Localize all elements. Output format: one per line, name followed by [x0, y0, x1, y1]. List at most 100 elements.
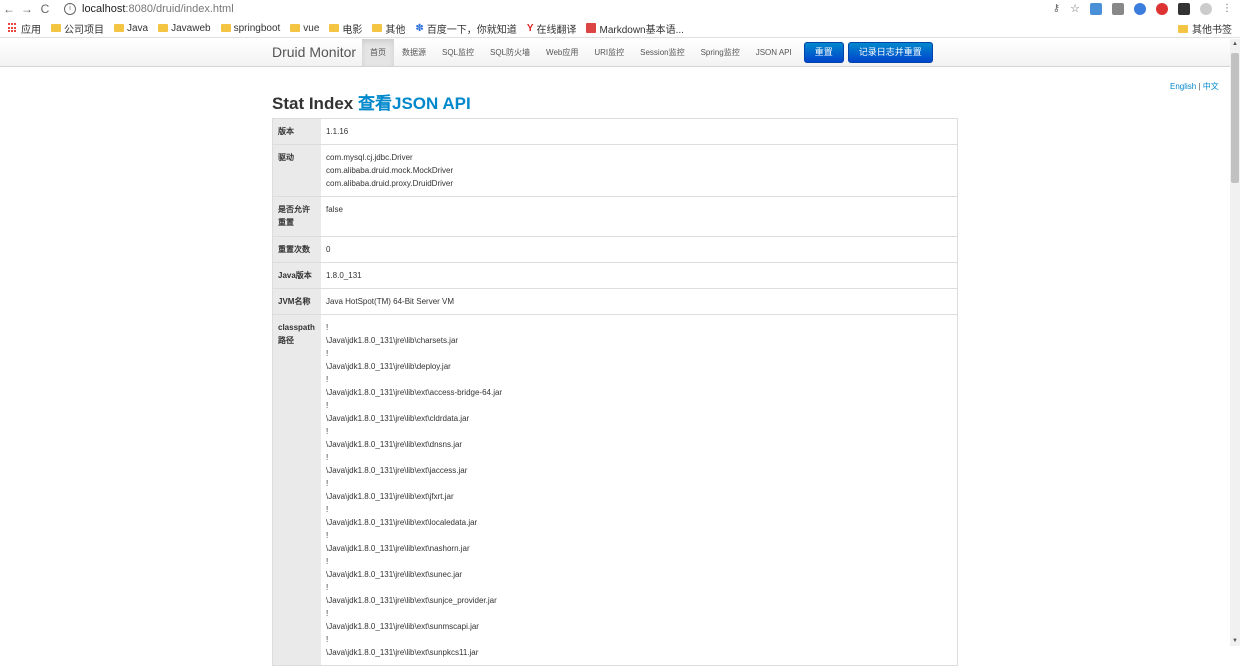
bookmark-item[interactable]: springboot — [220, 22, 281, 34]
nav-uri[interactable]: URI监控 — [586, 39, 632, 66]
extension-icon[interactable] — [1178, 2, 1190, 15]
browser-extensions: ⚷ ☆ ⋮ — [1053, 2, 1232, 15]
bookmark-label: 应用 — [21, 24, 41, 36]
row-value: Java HotSpot(TM) 64-Bit Server VM — [321, 288, 958, 315]
row-value: 1.8.0_131 — [321, 262, 958, 289]
bookmark-item[interactable]: vue — [290, 23, 319, 34]
table-row: 重置次数 0 — [272, 236, 958, 263]
extension-icon[interactable] — [1112, 2, 1124, 15]
bookmark-label: 电影 — [342, 24, 363, 36]
classpath-entry: \Java\jdk1.8.0_131\jre\lib\ext\sunmscapi… — [326, 622, 479, 631]
bookmark-item[interactable]: Y 在线翻译 — [527, 21, 577, 36]
menu-icon[interactable]: ⋮ — [1222, 3, 1232, 14]
row-label: 驱动 — [272, 144, 321, 197]
table-row: classpath 路径 ! \Java\jdk1.8.0_131\jre\lib\… — [272, 314, 958, 666]
bookmark-item[interactable]: Javaweb — [158, 22, 211, 34]
log-and-reset-button[interactable]: 记录日志并重置 — [847, 42, 933, 63]
bookmark-item[interactable]: ✽ 百度一下，你就知道 — [415, 21, 516, 36]
extension-icon[interactable] — [1090, 2, 1102, 15]
driver-entry: com.alibaba.druid.mock.MockDriver — [326, 166, 454, 175]
classpath-separator: ! — [326, 635, 329, 644]
browser-address-bar: ← → C i localhost:8080/druid/index.html … — [0, 0, 1240, 17]
classpath-entry: \Java\jdk1.8.0_131\jre\lib\ext\dnsns.jar — [326, 440, 463, 449]
page-title: Stat Index 查看JSON API — [272, 89, 471, 114]
nav-home[interactable]: 首页 — [362, 39, 394, 66]
row-label: classpath 路径 — [272, 314, 321, 666]
row-value: false — [321, 196, 958, 237]
folder-icon — [329, 24, 340, 32]
star-icon[interactable]: ☆ — [1070, 2, 1080, 15]
bookmark-label: 百度一下，你就知道 — [426, 24, 517, 36]
scroll-down-icon[interactable]: ▼ — [1230, 638, 1240, 644]
nav-session[interactable]: Session监控 — [632, 39, 692, 66]
scroll-thumb[interactable] — [1231, 53, 1239, 183]
key-icon[interactable]: ⚷ — [1053, 3, 1060, 14]
folder-icon — [372, 24, 383, 32]
classpath-entry: \Java\jdk1.8.0_131\jre\lib\deploy.jar — [326, 362, 451, 371]
adblock-icon[interactable] — [1156, 2, 1168, 15]
folder-icon — [220, 24, 231, 32]
table-row: Java版本 1.8.0_131 — [272, 262, 958, 289]
scrollbar[interactable]: ▲ ▼ — [1230, 39, 1240, 646]
baidu-icon: ✽ — [415, 22, 424, 34]
bookmark-label: Java — [127, 22, 149, 34]
scroll-up-icon[interactable]: ▲ — [1230, 41, 1240, 47]
classpath-separator: ! — [326, 531, 329, 540]
classpath-list: ! \Java\jdk1.8.0_131\jre\lib\charsets.jar… — [321, 314, 958, 666]
stat-table: 版本 1.1.16 驱动 com.mysql.cj.jdbc.Driver co… — [272, 118, 958, 666]
nav-sql[interactable]: SQL监控 — [434, 39, 482, 66]
bookmark-apps[interactable]: 应用 — [0, 21, 41, 36]
info-icon[interactable]: i — [64, 2, 76, 15]
translate-icon: Y — [526, 22, 534, 34]
bookmark-item[interactable]: Java — [114, 23, 148, 34]
markdown-icon — [586, 23, 597, 33]
reload-icon[interactable]: C — [36, 2, 54, 16]
other-bookmarks[interactable]: 其他书签 — [1178, 21, 1232, 36]
table-row: JVM名称 Java HotSpot(TM) 64-Bit Server VM — [272, 288, 958, 315]
json-api-link[interactable]: 查看JSON API — [358, 94, 471, 113]
driver-entry: com.mysql.cj.jdbc.Driver — [326, 153, 413, 162]
bookmark-label: 其他 — [385, 24, 406, 36]
url-field[interactable]: i localhost:8080/druid/index.html — [64, 2, 234, 15]
row-label: 重置次数 — [272, 236, 321, 263]
nav-webapp[interactable]: Web应用 — [538, 39, 586, 66]
profile-icon[interactable] — [1200, 2, 1212, 15]
bookmark-label: Javaweb — [171, 22, 211, 34]
lang-chinese-link[interactable]: 中文 — [1203, 82, 1219, 91]
bookmark-item[interactable]: Markdown基本语... — [586, 21, 684, 36]
bookmark-label: springboot — [233, 22, 281, 34]
table-row: 是否允许 重置 false — [272, 196, 958, 237]
nav-menu: 首页 数据源 SQL监控 SQL防火墙 Web应用 URI监控 Session监… — [362, 39, 933, 66]
bookmark-item[interactable]: 其他 — [372, 21, 405, 36]
classpath-entry: \Java\jdk1.8.0_131\jre\lib\ext\jaccess.j… — [326, 466, 468, 475]
bookmark-item[interactable]: 公司项目 — [51, 21, 104, 36]
url-host: localhost — [82, 2, 126, 15]
druid-navbar: Druid Monitor 首页 数据源 SQL监控 SQL防火墙 Web应用 … — [0, 39, 1230, 67]
classpath-entry: \Java\jdk1.8.0_131\jre\lib\ext\sunpkcs11… — [326, 648, 479, 657]
nav-spring[interactable]: Spring监控 — [693, 39, 748, 66]
row-label: 是否允许 重置 — [272, 196, 321, 237]
driver-entry: com.alibaba.druid.proxy.DruidDriver — [326, 179, 454, 188]
back-icon[interactable]: ← — [0, 2, 18, 16]
classpath-entry: \Java\jdk1.8.0_131\jre\lib\ext\jfxrt.jar — [326, 492, 454, 501]
extension-icon[interactable] — [1134, 2, 1146, 15]
classpath-entry: \Java\jdk1.8.0_131\jre\lib\ext\localedat… — [326, 518, 478, 527]
bookmark-label: 在线翻译 — [536, 24, 577, 36]
bookmarks-bar: 应用 公司项目 Java Javaweb springboot vue 电影 其… — [0, 19, 1240, 38]
folder-icon — [158, 24, 169, 32]
classpath-separator: ! — [326, 505, 329, 514]
forward-icon[interactable]: → — [18, 2, 36, 16]
nav-datasource[interactable]: 数据源 — [394, 39, 434, 66]
nav-json-api[interactable]: JSON API — [748, 39, 800, 66]
row-value: com.mysql.cj.jdbc.Driver com.alibaba.dru… — [321, 144, 958, 197]
reset-button[interactable]: 重置 — [803, 42, 844, 63]
classpath-separator: ! — [326, 479, 329, 488]
lang-english-link[interactable]: English — [1170, 82, 1196, 91]
brand[interactable]: Druid Monitor — [272, 44, 356, 60]
page-title-text: Stat Index — [272, 94, 354, 113]
nav-wall[interactable]: SQL防火墙 — [482, 39, 538, 66]
classpath-separator: ! — [326, 375, 329, 384]
bookmark-item[interactable]: 电影 — [329, 21, 362, 36]
classpath-separator: ! — [326, 427, 329, 436]
apps-icon — [8, 23, 18, 33]
